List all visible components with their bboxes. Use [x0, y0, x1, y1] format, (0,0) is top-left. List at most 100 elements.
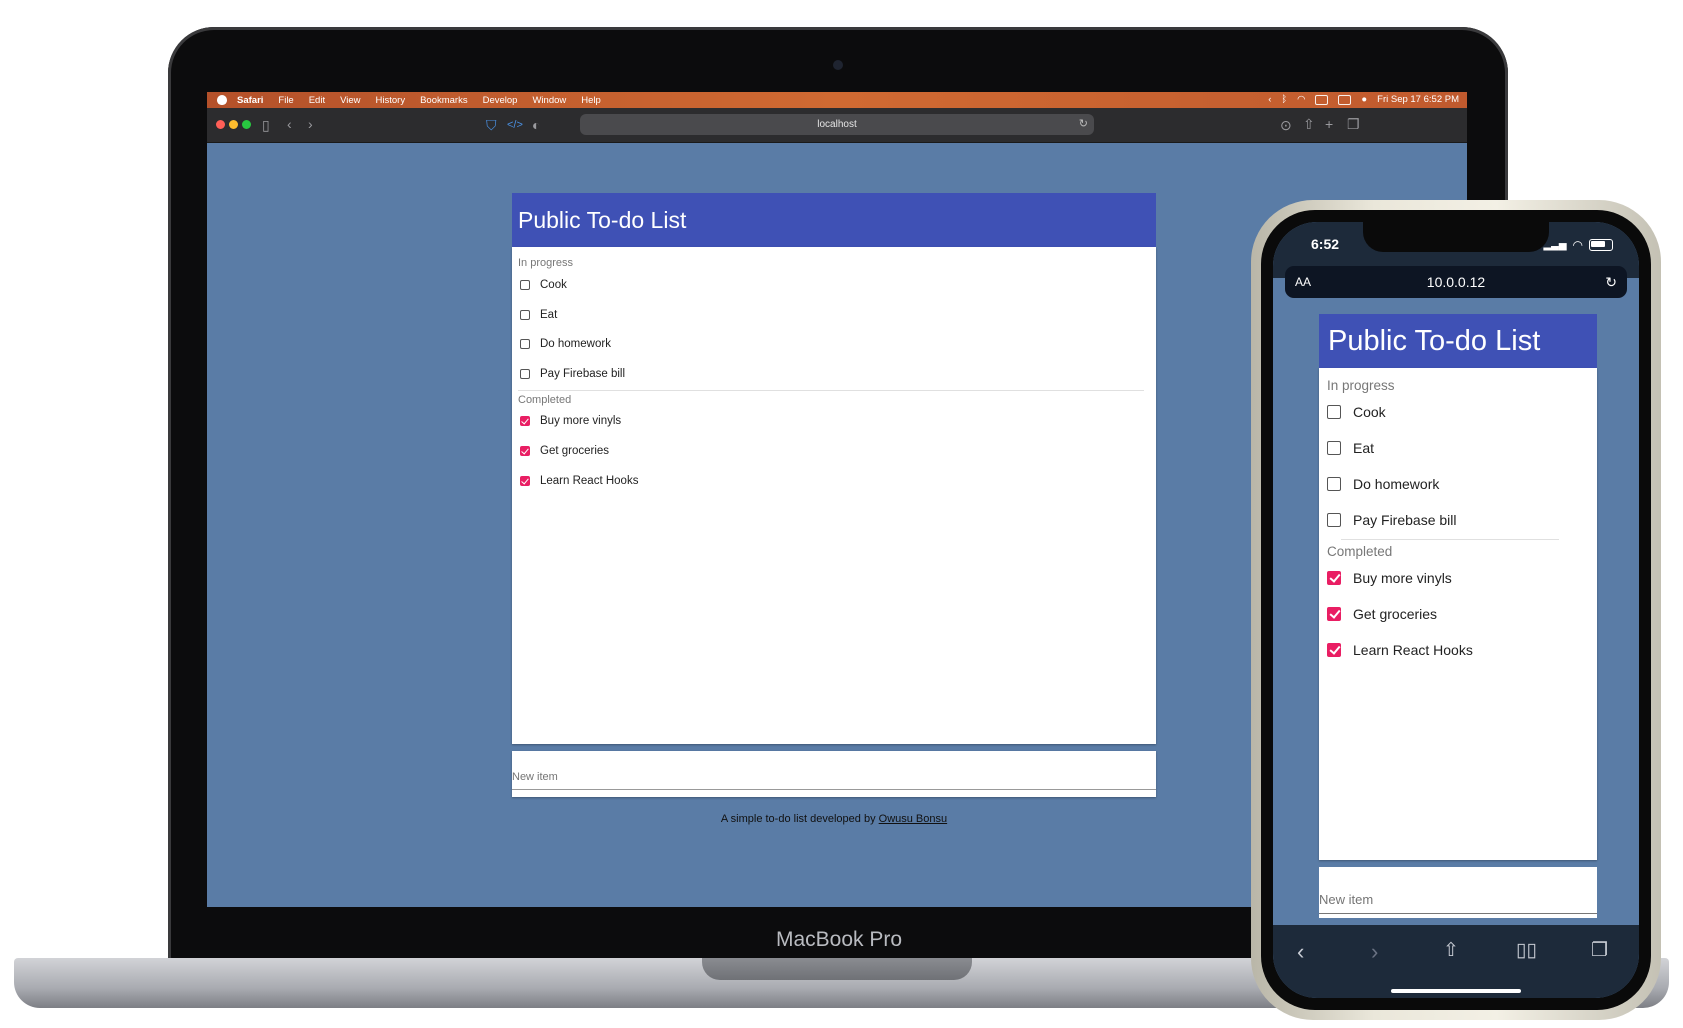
siri-icon[interactable]: ● — [1361, 94, 1367, 105]
item-label: Pay Firebase bill — [540, 368, 626, 380]
menu-bar-status-area: ‹ ᛒ ◠ ● Fri Sep 17 6:52 PM — [1268, 94, 1459, 105]
in-progress-heading: In progress — [1327, 378, 1395, 393]
list-item[interactable]: Learn React Hooks — [1327, 639, 1473, 661]
back-icon[interactable]: ‹ — [287, 117, 292, 131]
privacy-icon[interactable]: ◐ — [532, 118, 540, 132]
forward-icon[interactable]: › — [1371, 939, 1378, 965]
checkbox-checked[interactable] — [520, 476, 530, 486]
item-label: Cook — [1353, 404, 1386, 420]
checkbox[interactable] — [1327, 477, 1341, 491]
menu-view[interactable]: View — [340, 95, 360, 106]
address-text: localhost — [817, 119, 857, 130]
forward-icon[interactable]: › — [308, 117, 313, 131]
checkbox-checked[interactable] — [520, 416, 530, 426]
menu-help[interactable]: Help — [581, 95, 601, 106]
item-label: Eat — [1353, 440, 1375, 456]
tabs-icon[interactable]: ❐ — [1591, 939, 1608, 962]
item-label: Cook — [540, 279, 567, 291]
reload-icon[interactable]: ↻ — [1079, 114, 1088, 135]
page-footer: A simple to-do list developed by Owusu B… — [512, 813, 1156, 825]
apple-icon[interactable] — [217, 95, 227, 105]
close-window-button[interactable] — [216, 120, 225, 129]
item-label: Pay Firebase bill — [1353, 512, 1457, 528]
item-label: Do homework — [1353, 476, 1440, 492]
iphone-notch — [1363, 222, 1549, 252]
reload-icon[interactable]: ↻ — [1605, 266, 1617, 298]
checkbox[interactable] — [520, 280, 530, 290]
share-icon[interactable]: ⇧ — [1443, 939, 1459, 962]
chevron-left-icon[interactable]: ‹ — [1268, 94, 1271, 105]
zoom-window-button[interactable] — [242, 120, 251, 129]
list-item[interactable]: Learn React Hooks — [520, 472, 638, 490]
new-item-input[interactable] — [1319, 885, 1597, 914]
minimize-window-button[interactable] — [229, 120, 238, 129]
checkbox[interactable] — [520, 339, 530, 349]
checkbox-checked[interactable] — [1327, 571, 1341, 585]
safari-toolbar: ▯ ‹ › ⛉ </> ◐ localhost ↻ ⊙ ⇧ + ❐ — [207, 108, 1467, 143]
ios-status-icons: ▂▃▅ ◠ — [1543, 238, 1613, 252]
share-icon[interactable]: ⇧ — [1303, 117, 1315, 131]
list-item[interactable]: Get groceries — [520, 442, 609, 460]
section-divider — [518, 390, 1144, 391]
menu-bookmarks[interactable]: Bookmarks — [420, 95, 468, 106]
shield-icon[interactable]: ⛉ — [486, 118, 497, 132]
checkbox[interactable] — [520, 310, 530, 320]
tabs-overview-icon[interactable]: ❐ — [1347, 117, 1360, 131]
address-text: 10.0.0.12 — [1426, 274, 1486, 290]
ios-clock: 6:52 — [1311, 236, 1340, 252]
list-item[interactable]: Eat — [1327, 437, 1374, 459]
in-progress-heading: In progress — [518, 257, 574, 269]
new-item-card — [512, 751, 1156, 797]
author-link[interactable]: Owusu Bonsu — [879, 813, 947, 825]
menu-history[interactable]: History — [376, 95, 406, 106]
checkbox[interactable] — [1327, 405, 1341, 419]
checkbox-checked[interactable] — [520, 446, 530, 456]
macbook-camera — [833, 60, 843, 70]
menu-bar-clock[interactable]: Fri Sep 17 6:52 PM — [1377, 94, 1459, 105]
list-item[interactable]: Pay Firebase bill — [520, 365, 625, 383]
page-title: Public To-do List — [512, 193, 1156, 247]
macbook-hinge-notch — [702, 958, 972, 980]
item-label: Learn React Hooks — [1353, 642, 1473, 658]
checkbox-checked[interactable] — [1327, 643, 1341, 657]
macbook-brand-label: MacBook Pro — [775, 928, 903, 951]
list-item[interactable]: Cook — [1327, 401, 1386, 423]
list-item[interactable]: Buy more vinyls — [1327, 567, 1452, 589]
checkbox[interactable] — [520, 369, 530, 379]
list-item[interactable]: Eat — [520, 306, 557, 324]
list-item[interactable]: Cook — [520, 276, 567, 294]
item-label: Do homework — [540, 338, 611, 350]
page-title: Public To-do List — [1319, 314, 1597, 368]
back-icon[interactable]: ‹ — [1297, 939, 1304, 965]
checkbox-checked[interactable] — [1327, 607, 1341, 621]
list-item[interactable]: Pay Firebase bill — [1327, 509, 1457, 531]
item-label: Get groceries — [540, 445, 610, 457]
menu-file[interactable]: File — [278, 95, 293, 106]
checkbox[interactable] — [1327, 513, 1341, 527]
text-size-button[interactable]: AA — [1295, 266, 1311, 298]
list-item[interactable]: Do homework — [1327, 473, 1439, 495]
checkbox[interactable] — [1327, 441, 1341, 455]
code-icon[interactable]: </> — [507, 118, 523, 132]
home-indicator[interactable] — [1391, 989, 1521, 993]
battery-icon[interactable] — [1315, 94, 1329, 105]
menu-safari[interactable]: Safari — [237, 95, 263, 106]
new-tab-icon[interactable]: + — [1325, 117, 1333, 131]
control-center-icon[interactable] — [1338, 94, 1352, 105]
new-item-input[interactable] — [512, 765, 1156, 790]
list-item[interactable]: Get groceries — [1327, 603, 1437, 625]
menu-edit[interactable]: Edit — [309, 95, 325, 106]
mobile-safari-bottom-bar: ‹ › ⇧ ▯▯ ❐ — [1273, 925, 1639, 998]
bookmarks-icon[interactable]: ▯▯ — [1516, 939, 1537, 962]
menu-window[interactable]: Window — [532, 95, 566, 106]
list-item[interactable]: Do homework — [520, 335, 611, 353]
list-item[interactable]: Buy more vinyls — [520, 412, 621, 430]
menu-develop[interactable]: Develop — [483, 95, 518, 106]
wifi-icon[interactable]: ◠ — [1297, 94, 1305, 105]
downloads-icon[interactable]: ⊙ — [1280, 118, 1292, 132]
new-item-card — [1319, 867, 1597, 918]
safari-address-bar[interactable]: localhost ↻ — [580, 114, 1094, 135]
mobile-safari-address-bar[interactable]: AA 10.0.0.12 ↻ — [1285, 266, 1627, 298]
sidebar-icon[interactable]: ▯ — [262, 118, 270, 132]
bluetooth-icon[interactable]: ᛒ — [1281, 94, 1287, 105]
